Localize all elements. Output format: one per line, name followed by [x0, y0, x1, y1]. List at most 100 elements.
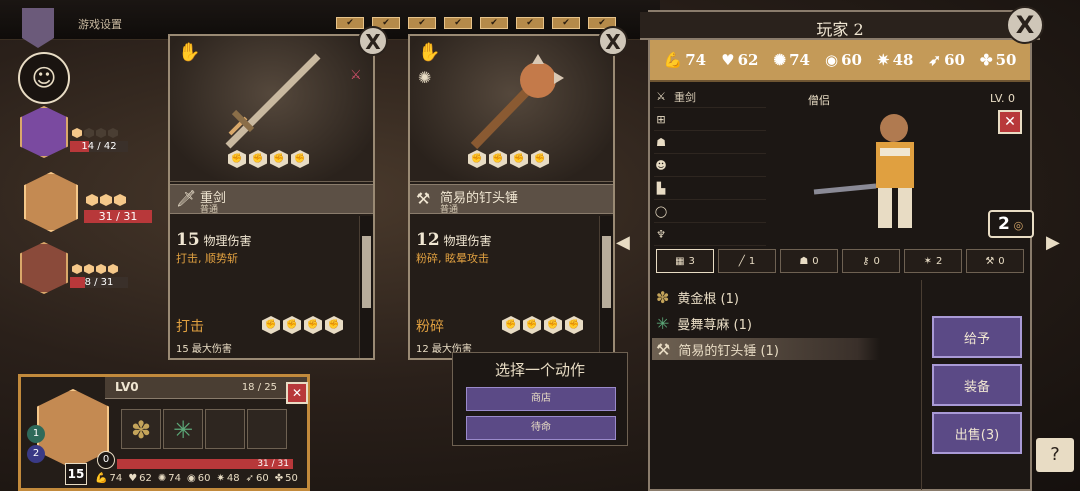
eye-icon: ◉ [825, 51, 839, 69]
equip-type-icon: ✋ [418, 42, 441, 63]
golden-root-icon: ✽ [656, 287, 670, 307]
party-icon[interactable]: ☺ [18, 52, 70, 104]
check-icon[interactable]: ✔ [552, 17, 580, 29]
equip-slot-weapon[interactable]: ⚔ 重剑 [654, 86, 766, 108]
item-card-mace: ✋ ✺ ✊ ✊ ✊ ✊ ⚒ 简易的钉头锤 普通 12 物理伤害 粉碎, 眩晕攻击 粉碎… [408, 34, 615, 360]
item-art: ✋ ⚔ ✊ ✊ ✊ ✊ [170, 36, 373, 182]
equip-slot-boots[interactable]: ▙ [654, 178, 766, 200]
attack-cost-hexes: ✊ ✊ ✊ ✊ [262, 316, 343, 334]
armor-slot-icon: ⊞ [656, 113, 666, 126]
scrollbar[interactable] [359, 216, 373, 358]
character-title: 玩家 2 [816, 20, 864, 39]
sell-button[interactable]: 出售(3) [932, 412, 1022, 454]
card-title-bar: ⚒ 简易的钉头锤 普通 [410, 184, 613, 215]
equip-slot-armor[interactable]: ⊞ [654, 109, 766, 131]
equip-slot-ring[interactable]: ◯ [654, 201, 766, 223]
close-icon[interactable]: X [598, 26, 628, 56]
equip-slot-head[interactable]: ☻ [654, 155, 766, 177]
arrow-right-icon[interactable]: ▶ [1046, 232, 1060, 253]
list-item-selected[interactable]: ⚒ 简易的钉头锤 (1) [652, 338, 880, 360]
unavailable-icon: ✕ [998, 110, 1022, 134]
damage-line: 15 物理伤害 [176, 230, 252, 250]
boots-slot-icon: ▙ [656, 182, 666, 195]
give-button[interactable]: 给予 [932, 316, 1022, 358]
card-body: 12 物理伤害 粉碎, 眩晕攻击 粉碎 ✊ ✊ ✊ ✊ 12 最大伤害 [410, 216, 599, 358]
stat-luck: ✤ 50 [980, 51, 1017, 69]
coins-icon: ◎ [1009, 219, 1024, 232]
key-icon: ⚷ [862, 255, 870, 267]
close-icon[interactable]: X [1006, 6, 1044, 44]
unavailable-icon: ✕ [286, 382, 308, 404]
damage-line: 12 物理伤害 [416, 230, 492, 250]
character-panel: 玩家 2 💪 74 ♥ 62 ✺ 74 ◉ 60 ✷ 48 ➶ 60 ✤ 50 ⚔ 重剑 ⊞ ☗… [640, 10, 1040, 491]
nettle-icon[interactable]: ✳ [163, 409, 203, 449]
level-bar: LV0 18 / 25 [105, 377, 307, 399]
eye-icon: ◉ [187, 473, 196, 484]
xp-label: 18 / 25 [241, 382, 277, 393]
item-art: ✋ ✺ ✊ ✊ ✊ ✊ [410, 36, 613, 182]
tab-keys[interactable]: ⚷ 0 [842, 249, 900, 273]
action-pips [72, 128, 118, 138]
stat-spirit: ✷ 48 [877, 51, 914, 69]
card-title-bar: 🗡 重剑 普通 [170, 184, 373, 215]
attack-cost-hexes: ✊ ✊ ✊ ✊ [502, 316, 583, 334]
tab-all[interactable]: ▦ 3 [656, 249, 714, 273]
check-icon[interactable]: ✔ [516, 17, 544, 29]
equip-button[interactable]: 装备 [932, 364, 1022, 406]
party-member-2[interactable] [24, 172, 78, 232]
close-icon[interactable]: X [358, 26, 388, 56]
avatar [20, 242, 68, 294]
settings-gear-icon[interactable] [22, 8, 54, 48]
standby-button[interactable]: 待命 [466, 416, 616, 440]
attack-tags: 粉碎, 眩晕攻击 [416, 252, 489, 265]
attack-name: 打击 [176, 319, 204, 335]
equip-slot-helmet[interactable]: ☗ [654, 132, 766, 154]
party-member-1[interactable] [20, 106, 68, 158]
stun-icon: ✺ [418, 68, 432, 87]
stat-health: ♥ 62 [721, 51, 759, 69]
arrow-left-icon[interactable]: ◀ [616, 232, 630, 253]
check-icon[interactable]: ✔ [336, 17, 364, 29]
damage-value: 15 [176, 230, 200, 250]
strength-icon: 💪 [663, 51, 683, 69]
damage-type: 物理伤害 [443, 234, 492, 248]
scrollbar[interactable] [599, 216, 613, 358]
check-icon[interactable]: ✔ [444, 17, 472, 29]
card-body: 15 物理伤害 打击, 顺势斩 打击 ✊ ✊ ✊ ✊ 15 最大伤害 [170, 216, 359, 358]
gold-counter: 2 ◎ [988, 210, 1034, 238]
list-item[interactable]: ✳ 曼舞荨麻 (1) [652, 312, 752, 334]
damage-value: 12 [416, 230, 440, 250]
empty-slot[interactable] [205, 409, 245, 449]
party-member-3[interactable] [20, 242, 68, 294]
tab-herbs[interactable]: ✶ 2 [904, 249, 962, 273]
avatar [24, 172, 78, 232]
ring-slot-icon: ◯ [654, 205, 668, 218]
check-icon[interactable]: ✔ [408, 17, 436, 29]
weapon-slot-icon: ⚔ [656, 90, 666, 103]
item-rarity: 普通 [200, 205, 219, 215]
empty-slot[interactable] [247, 409, 287, 449]
check-icon[interactable]: ✔ [480, 17, 508, 29]
golden-root-icon[interactable]: ✽ [121, 409, 161, 449]
equip-slot-amulet[interactable]: ♆ [654, 224, 766, 246]
help-book-icon[interactable]: ? [1036, 438, 1074, 472]
shop-button[interactable]: 商店 [466, 387, 616, 411]
item-rarity: 普通 [440, 205, 459, 215]
tab-armor[interactable]: ☗ 0 [780, 249, 838, 273]
tab-weapons[interactable]: ╱ 1 [718, 249, 776, 273]
settings-label[interactable]: 游戏设置 [78, 16, 122, 32]
action-panel: 选择一个动作 商店 待命 [452, 352, 628, 446]
mace-icon [470, 54, 564, 150]
active-character-box: LV0 18 / 25 ✽ ✳ 31 / 31 1 2 0 15 💪 74 ♥ 62… [18, 374, 310, 491]
character-level: LV. 0 [990, 92, 1016, 105]
cost-hexes: ✊ ✊ ✊ ✊ [228, 150, 309, 168]
hp-bar: 31 / 31 [117, 459, 293, 469]
mini-stats: 💪 74 ♥ 62 ✺ 74 ◉ 60 ✷ 48 ➶ 60 ✤ 50 [95, 473, 298, 484]
blade-icon: ╱ [738, 255, 745, 267]
list-item[interactable]: ✽ 黄金根 (1) [652, 286, 739, 308]
luck-icon: ✤ [980, 51, 993, 69]
tab-tools[interactable]: ⚒ 0 [966, 249, 1024, 273]
head-slot-icon: ☻ [655, 159, 667, 172]
item-card-heavy-sword: ✋ ⚔ ✊ ✊ ✊ ✊ 🗡 重剑 普通 15 物理伤害 打击, 顺势斩 打击 ✊ ✊ ✊ ✊… [168, 34, 375, 360]
equip-type-icon: ✋ [178, 42, 201, 63]
